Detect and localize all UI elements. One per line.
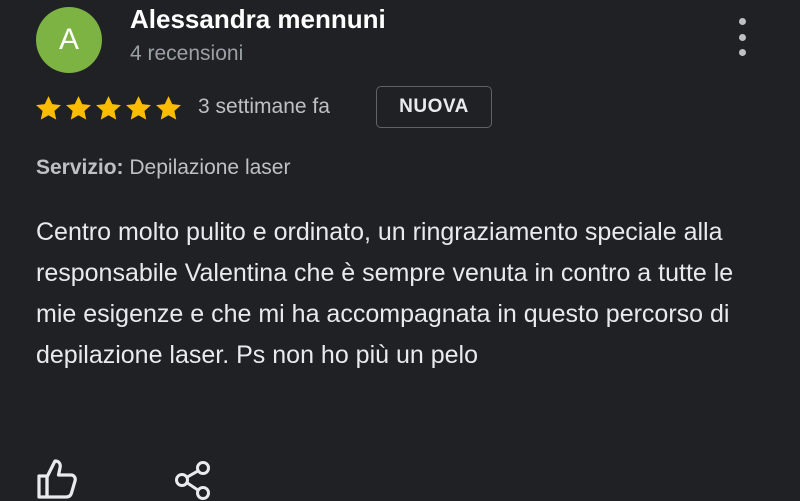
star-icon (36, 96, 61, 120)
avatar-initial: A (58, 23, 79, 56)
more-vert-icon (738, 18, 746, 25)
service-value: Depilazione laser (129, 156, 291, 179)
review-text: Centro molto pulito e ordinato, un ringr… (36, 218, 734, 369)
more-vert-icon-dot (738, 49, 746, 56)
star-icon (126, 96, 151, 120)
review-card: A Alessandra mennuni 4 recensioni 3 sett… (0, 0, 800, 501)
service-line: Servizio: Depilazione laser (36, 156, 290, 180)
star-icon (66, 96, 91, 120)
thumb-up-icon (37, 459, 77, 499)
star-rating (34, 94, 183, 123)
reviewer-review-count: 4 recensioni (130, 42, 244, 65)
share-button[interactable] (172, 458, 214, 501)
service-label: Servizio: (36, 156, 124, 179)
reviewer-name[interactable]: Alessandra mennuni (130, 4, 386, 35)
share-icon (175, 461, 210, 500)
review-time: 3 settimane fa (198, 95, 330, 118)
star-icon (96, 96, 121, 120)
star-icon (156, 96, 181, 120)
avatar[interactable]: A (36, 7, 102, 73)
new-badge: NUOVA (376, 86, 492, 128)
like-button[interactable] (34, 455, 80, 501)
more-options-button[interactable] (728, 18, 756, 56)
more-vert-icon-dot (738, 33, 746, 41)
